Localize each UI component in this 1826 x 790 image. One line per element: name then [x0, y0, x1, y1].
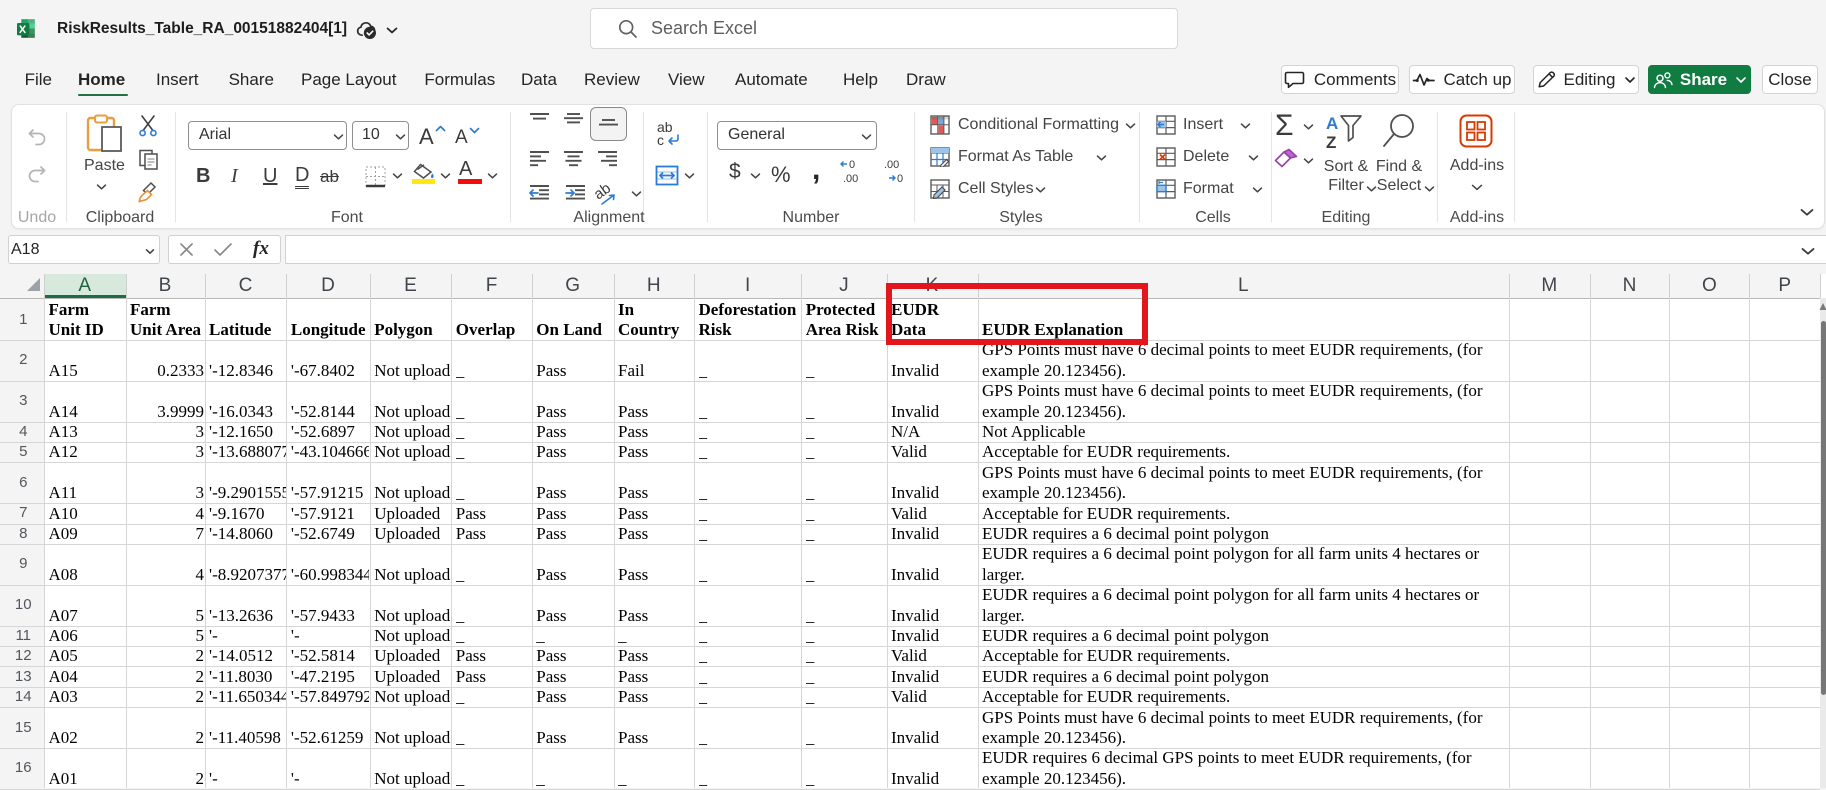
svg-text:Z: Z — [1326, 133, 1336, 151]
svg-text:.00: .00 — [843, 173, 858, 185]
svg-text:0: 0 — [897, 173, 903, 185]
svg-text:A: A — [1326, 114, 1338, 133]
svg-text:0: 0 — [849, 159, 855, 171]
svg-text:.00: .00 — [884, 159, 899, 171]
